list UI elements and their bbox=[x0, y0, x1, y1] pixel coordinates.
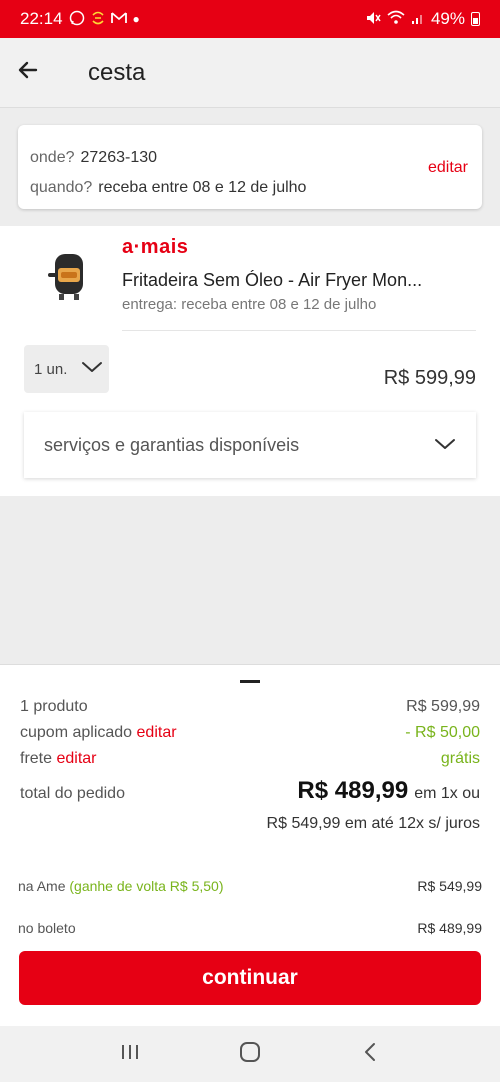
services-dropdown[interactable]: serviços e garantias disponíveis bbox=[24, 412, 476, 478]
quantity-value: 1 un. bbox=[34, 360, 68, 378]
product-name[interactable]: Fritadeira Sem Óleo - Air Fryer Mon... bbox=[122, 270, 442, 291]
home-icon bbox=[239, 1041, 261, 1068]
recent-apps-icon bbox=[119, 1043, 141, 1066]
product-image[interactable] bbox=[44, 248, 94, 304]
delivery-where-row: onde? 27263-130 bbox=[30, 143, 470, 173]
ame-price: R$ 549,99 bbox=[417, 878, 482, 894]
continue-button[interactable]: continuar bbox=[19, 951, 481, 1005]
shipping-label: frete bbox=[20, 750, 53, 767]
edit-shipping-link[interactable]: editar bbox=[56, 750, 96, 767]
when-label: quando? bbox=[30, 179, 93, 196]
chevron-left-icon bbox=[363, 1041, 377, 1068]
divider bbox=[122, 330, 476, 331]
chevron-down-icon bbox=[434, 435, 456, 456]
where-label: onde? bbox=[30, 149, 75, 166]
shipping-row: frete editar grátis bbox=[20, 750, 480, 768]
battery-icon bbox=[471, 12, 480, 26]
product-delivery: entrega: receba entre 08 e 12 de julho bbox=[122, 296, 377, 313]
system-nav-bar bbox=[0, 1026, 500, 1082]
whatsapp-icon bbox=[69, 10, 85, 29]
installments-text: R$ 549,99 em até 12x s/ juros bbox=[266, 815, 480, 832]
wifi-icon bbox=[387, 10, 405, 28]
zip-code: 27263-130 bbox=[80, 149, 158, 166]
boleto-price: R$ 489,99 bbox=[417, 920, 482, 936]
drag-handle[interactable] bbox=[240, 680, 260, 683]
products-value: R$ 599,99 bbox=[406, 698, 480, 715]
delivery-when-row: quando? receba entre 08 e 12 de julho bbox=[30, 173, 470, 203]
back-button[interactable] bbox=[0, 38, 56, 108]
coupon-label: cupom aplicado bbox=[20, 724, 133, 741]
boleto-label: no boleto bbox=[18, 920, 76, 936]
ame-payment-row: na Ame (ganhe de volta R$ 5,50) R$ 549,9… bbox=[18, 878, 482, 894]
boleto-payment-row: no boleto R$ 489,99 bbox=[18, 920, 482, 936]
order-summary-sheet: 1 produto R$ 599,99 cupom aplicado edita… bbox=[0, 664, 500, 1026]
signal-icon bbox=[411, 11, 425, 28]
edit-coupon-link[interactable]: editar bbox=[137, 724, 177, 741]
page-title: cesta bbox=[88, 58, 146, 86]
chevron-down-icon bbox=[81, 360, 103, 378]
home-button[interactable] bbox=[230, 1034, 270, 1074]
products-label: 1 produto bbox=[20, 698, 88, 715]
quantity-select[interactable]: 1 un. bbox=[24, 345, 109, 393]
total-suffix: em 1x ou bbox=[414, 785, 480, 802]
total-row: total do pedido R$ 489,99 em 1x ou bbox=[20, 777, 480, 805]
app-notification-icon bbox=[91, 11, 105, 28]
battery-percent: 49% bbox=[430, 9, 465, 28]
status-time: 22:14 bbox=[20, 9, 63, 28]
recent-apps-button[interactable] bbox=[110, 1034, 150, 1074]
services-label: serviços e garantias disponíveis bbox=[44, 434, 300, 455]
coupon-row: cupom aplicado editar - R$ 50,00 bbox=[20, 724, 480, 742]
gmail-icon bbox=[110, 11, 127, 27]
app-bar: cesta bbox=[0, 38, 500, 108]
product-panel: a·mais Fritadeira Sem Óleo - Air Fryer M… bbox=[0, 226, 500, 496]
seller-logo: a·mais bbox=[122, 236, 189, 258]
delivery-window: receba entre 08 e 12 de julho bbox=[98, 179, 307, 196]
status-bar: 22:14 ● 49% bbox=[0, 0, 500, 38]
mute-icon bbox=[365, 10, 381, 29]
edit-delivery-link[interactable]: editar bbox=[428, 159, 468, 177]
total-label: total do pedido bbox=[20, 785, 125, 802]
product-price: R$ 599,99 bbox=[383, 367, 476, 389]
ame-cashback: (ganhe de volta R$ 5,50) bbox=[69, 878, 224, 894]
system-back-button[interactable] bbox=[350, 1034, 390, 1074]
delivery-card: onde? 27263-130 quando? receba entre 08 … bbox=[18, 125, 482, 209]
products-row: 1 produto R$ 599,99 bbox=[20, 698, 480, 716]
more-notifications-dot: ● bbox=[132, 12, 140, 26]
shipping-value: grátis bbox=[440, 750, 480, 767]
ame-label: na Ame bbox=[18, 878, 66, 894]
coupon-discount: - R$ 50,00 bbox=[405, 724, 480, 741]
arrow-left-icon bbox=[16, 58, 40, 87]
total-amount: R$ 489,99 bbox=[297, 777, 409, 804]
